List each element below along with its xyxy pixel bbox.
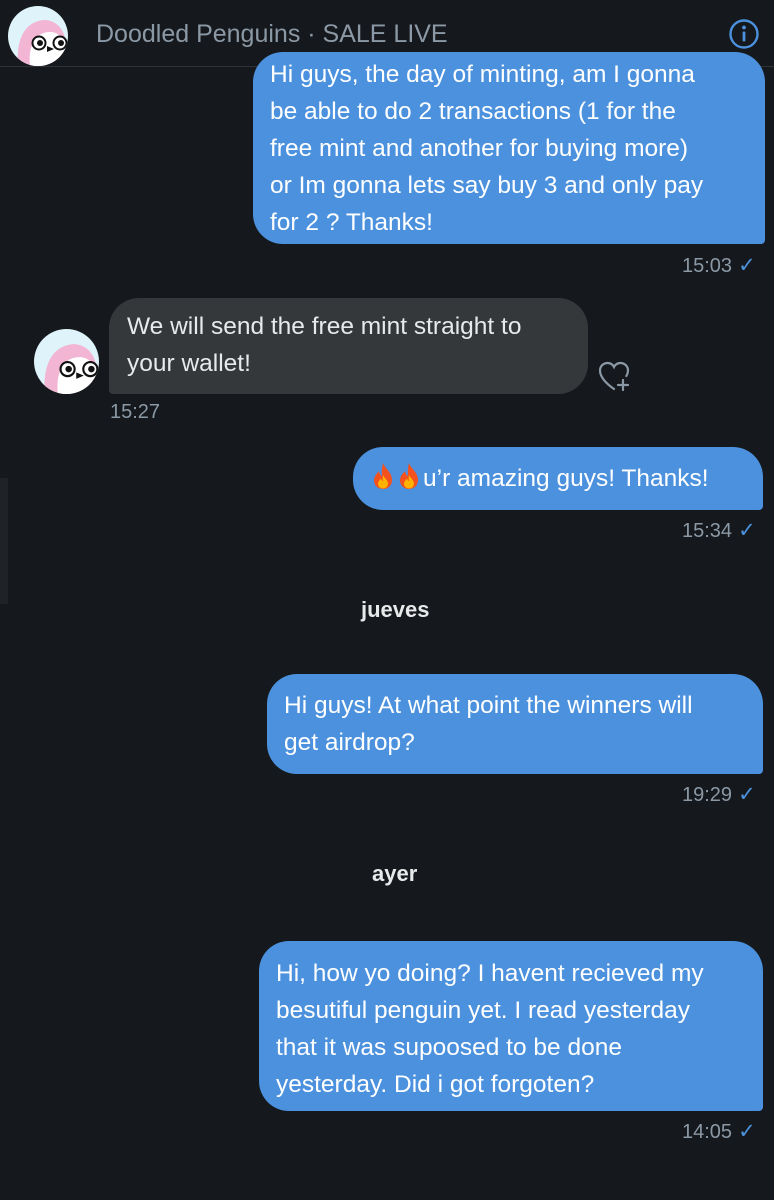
conversation-title[interactable]: Doodled Penguins · SALE LIVE — [96, 20, 448, 49]
message-line: We will send the free mint straight to — [127, 313, 522, 340]
left-border-strip-highlight — [0, 478, 8, 604]
timestamp-text: 15:03 — [682, 255, 733, 277]
message-line: that it was supoosed to be done — [276, 1034, 622, 1061]
message-line: Hi guys, the day of minting, am I gonna — [270, 61, 695, 88]
read-check-icon: ✓ — [738, 783, 756, 806]
penguin-avatar-icon[interactable] — [8, 6, 68, 66]
message-bubble-sent[interactable]: Hi guys, the day of minting, am I gonna … — [253, 52, 765, 244]
message-bubble-sent[interactable]: Hi, how yo doing? I havent recieved my b… — [259, 941, 763, 1111]
read-check-icon: ✓ — [738, 519, 756, 542]
timestamp-text: 14:05 — [682, 1121, 733, 1143]
message-line: u’r amazing guys! Thanks! — [423, 465, 709, 492]
message-timestamp: 15:34 ✓ — [682, 518, 756, 543]
message-line: yesterday. Did i got forgoten? — [276, 1071, 595, 1098]
message-timestamp: 15:03 ✓ — [682, 253, 756, 278]
info-icon[interactable] — [728, 18, 760, 50]
read-check-icon: ✓ — [738, 254, 756, 277]
message-bubble-sent[interactable]: u’r amazing guys! Thanks! — [353, 447, 763, 510]
read-check-icon: ✓ — [738, 1120, 756, 1143]
day-separator: jueves — [361, 597, 430, 622]
message-bubble-sent[interactable]: Hi guys! At what point the winners will … — [267, 674, 763, 774]
message-line: be able to do 2 transactions (1 for the — [270, 98, 676, 125]
fire-emoji-icon — [371, 463, 423, 492]
message-line: for 2 ? Thanks! — [270, 209, 433, 236]
add-reaction-heart-icon[interactable] — [598, 360, 634, 394]
message-bubble-received[interactable]: We will send the free mint straight to y… — [109, 298, 588, 394]
message-line: Hi, how yo doing? I havent recieved my — [276, 960, 704, 987]
message-timestamp: 19:29 ✓ — [682, 782, 756, 807]
message-line: your wallet! — [127, 350, 251, 377]
day-separator: ayer — [372, 861, 418, 886]
message-line: get airdrop? — [284, 729, 415, 756]
message-timestamp: 14:05 ✓ — [682, 1119, 756, 1144]
message-timestamp: 15:27 — [110, 401, 161, 423]
dm-conversation: Doodled Penguins · SALE LIVE Hi guys, th… — [0, 0, 774, 1200]
message-line: besutiful penguin yet. I read yesterday — [276, 997, 691, 1024]
message-line: or Im gonna lets say buy 3 and only pay — [270, 172, 704, 199]
message-line: Hi guys! At what point the winners will — [284, 692, 693, 719]
timestamp-text: 15:34 — [682, 520, 733, 542]
message-line: free mint and another for buying more) — [270, 135, 689, 162]
penguin-avatar-icon[interactable] — [34, 329, 99, 394]
timestamp-text: 19:29 — [682, 784, 733, 806]
left-border-strip — [0, 0, 8, 478]
